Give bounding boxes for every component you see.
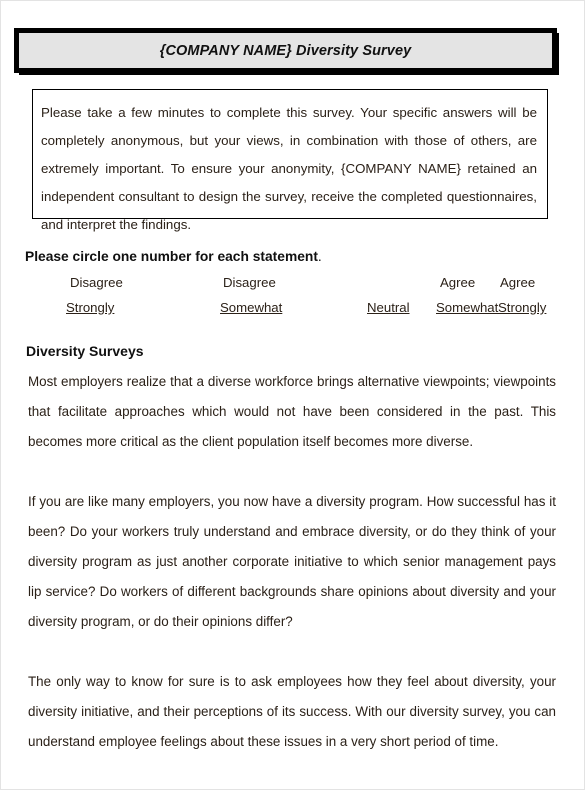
scale-label-disagree-somewhat-top: Disagree: [223, 275, 276, 290]
title-banner-box: {COMPANY NAME} Diversity Survey: [14, 28, 557, 73]
scale-label-agree-strongly-bottom: Strongly: [498, 300, 547, 315]
scale-label-disagree-strongly-bottom: Strongly: [66, 300, 115, 315]
scale-label-disagree-strongly-top: Disagree: [70, 275, 123, 290]
body-paragraph: Most employers realize that a diverse wo…: [28, 374, 556, 449]
scale-label-agree-somewhat-top: Agree: [440, 275, 476, 290]
instruction-line: Please circle one number for each statem…: [25, 249, 322, 264]
body-paragraph: The only way to know for sure is to ask …: [28, 674, 556, 749]
likert-scale-legend: Disagree Strongly Disagree Somewhat Neut…: [1, 275, 585, 323]
body-content: Most employers realize that a diverse wo…: [28, 367, 556, 757]
instruction-period: .: [317, 249, 322, 264]
scale-label-agree-somewhat-bottom: Somewhat: [436, 300, 499, 315]
page-title: {COMPANY NAME} Diversity Survey: [159, 42, 412, 59]
body-paragraph: If you are like many employers, you now …: [28, 494, 556, 629]
scale-label-disagree-somewhat-bottom: Somewhat: [220, 300, 283, 315]
scale-label-neutral-bottom: Neutral: [367, 300, 410, 315]
document-page: {COMPANY NAME} Diversity Survey Please t…: [0, 0, 585, 790]
intro-callout-box: Please take a few minutes to complete th…: [32, 89, 548, 232]
scale-label-agree-strongly-top: Agree: [500, 275, 536, 290]
instruction-text: Please circle one number for each statem…: [25, 249, 318, 264]
document-title-banner: {COMPANY NAME} Diversity Survey: [14, 28, 559, 75]
intro-paragraph: Please take a few minutes to complete th…: [41, 105, 537, 232]
section-heading-diversity-surveys: Diversity Surveys: [26, 343, 144, 359]
